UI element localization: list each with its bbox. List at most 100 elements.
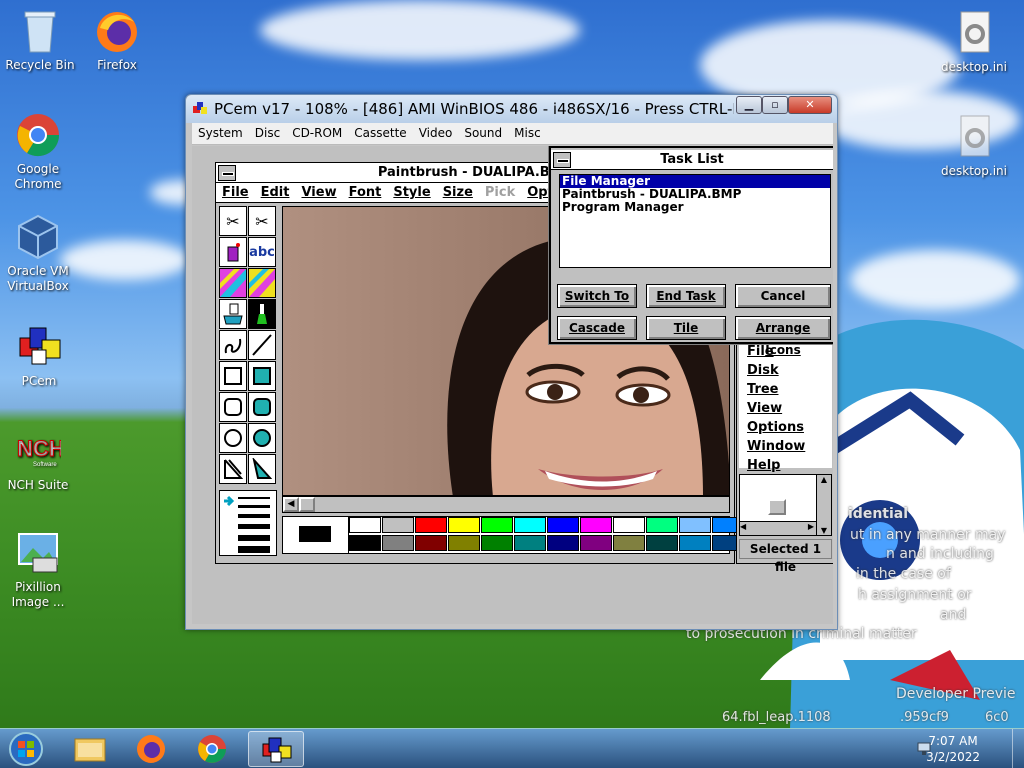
filled-circle-icon[interactable] xyxy=(248,423,276,453)
task-item-program-manager[interactable]: Program Manager xyxy=(560,201,830,214)
system-clock[interactable]: 7:07 AM 3/2/2022 xyxy=(926,733,980,765)
tile-button[interactable]: Tile xyxy=(646,316,726,340)
palette-swatch[interactable] xyxy=(415,535,447,551)
desktop-icon-chrome[interactable]: Google Chrome xyxy=(0,112,76,192)
cancel-button[interactable]: Cancel xyxy=(735,284,831,308)
scroll-left-button[interactable]: ◀ xyxy=(283,497,299,512)
curve-icon[interactable] xyxy=(219,330,247,360)
menu-view[interactable]: View xyxy=(295,183,342,202)
box-icon[interactable] xyxy=(219,361,247,391)
palette-swatch[interactable] xyxy=(613,535,645,551)
desktop-icon-firefox[interactable]: Firefox xyxy=(79,8,155,73)
desktop-icon-desktop-ini[interactable]: desktop.ini xyxy=(936,10,1012,75)
arrow-right-icon[interactable]: ▶ xyxy=(808,522,814,531)
fm-menu-window[interactable]: Window xyxy=(739,437,832,456)
taskbar-pcem[interactable] xyxy=(248,731,304,767)
file-manager-window[interactable]: File Disk Tree View Options Window Help … xyxy=(736,341,833,574)
pcem-title-bar[interactable]: PCem v17 - 108% - [486] AMI WinBIOS 486 … xyxy=(186,95,837,123)
system-menu-icon[interactable] xyxy=(553,152,571,168)
horizontal-scrollbar[interactable]: ◀ xyxy=(282,496,730,513)
cascade-button[interactable]: Cascade xyxy=(557,316,637,340)
circle-icon[interactable] xyxy=(219,423,247,453)
palette-swatch[interactable] xyxy=(481,535,513,551)
palette-swatch[interactable] xyxy=(382,517,414,533)
task-list-title-bar[interactable]: Task List xyxy=(551,150,833,170)
palette-swatch[interactable] xyxy=(580,535,612,551)
palette-swatch[interactable] xyxy=(415,517,447,533)
file-manager-pane[interactable]: ▲ ▼ ◀ ▶ xyxy=(739,474,832,536)
pick-icon[interactable]: ✂ xyxy=(248,206,276,236)
menu-sound[interactable]: Sound xyxy=(458,123,508,143)
filled-polygon-icon[interactable] xyxy=(248,454,276,484)
desktop-icon-desktop-ini[interactable]: desktop.ini xyxy=(936,114,1012,179)
taskbar-chrome[interactable] xyxy=(184,731,240,767)
minimized-window-icon[interactable] xyxy=(768,499,786,515)
end-task-button[interactable]: End Task xyxy=(646,284,726,308)
eraser-icon[interactable] xyxy=(248,268,276,298)
desktop-icon-virtualbox[interactable]: Oracle VM VirtualBox xyxy=(0,214,76,294)
maximize-button[interactable]: ▫ xyxy=(762,96,788,114)
arrow-left-icon[interactable]: ◀ xyxy=(740,522,746,531)
filled-rounded-box-icon[interactable] xyxy=(248,392,276,422)
arrow-up-icon[interactable]: ▲ xyxy=(817,475,831,484)
palette-swatch[interactable] xyxy=(514,535,546,551)
fm-menu-help[interactable]: Help xyxy=(739,456,832,475)
airbrush-icon[interactable] xyxy=(219,237,247,267)
close-button[interactable]: ✕ xyxy=(788,96,832,114)
polygon-icon[interactable] xyxy=(219,454,247,484)
palette-swatch[interactable] xyxy=(349,517,381,533)
palette-swatch[interactable] xyxy=(349,535,381,551)
system-menu-icon[interactable] xyxy=(218,165,236,181)
menu-cd-rom[interactable]: CD-ROM xyxy=(286,123,348,143)
menu-file[interactable]: File xyxy=(216,183,255,202)
menu-cassette[interactable]: Cassette xyxy=(348,123,412,143)
palette-swatch[interactable] xyxy=(448,517,480,533)
task-list-dialog[interactable]: Task List File Manager Paintbrush - DUAL… xyxy=(548,146,833,357)
line-icon[interactable] xyxy=(248,330,276,360)
scroll-thumb[interactable] xyxy=(299,497,315,512)
pcem-window[interactable]: PCem v17 - 108% - [486] AMI WinBIOS 486 … xyxy=(185,94,838,630)
vertical-scrollbar[interactable]: ▲ ▼ xyxy=(816,475,831,535)
palette-swatch[interactable] xyxy=(646,535,678,551)
minimize-button[interactable]: ▁ xyxy=(736,96,762,114)
fm-menu-options[interactable]: Options xyxy=(739,418,832,437)
taskbar-firefox[interactable] xyxy=(123,731,179,767)
emulated-screen[interactable]: Paintbrush - DUALIPA.BMP File Edit View Fon… xyxy=(192,146,833,624)
horizontal-scrollbar[interactable]: ◀ ▶ xyxy=(740,521,816,535)
task-listbox[interactable]: File Manager Paintbrush - DUALIPA.BMP Pr… xyxy=(559,174,831,268)
menu-system[interactable]: System xyxy=(192,123,249,143)
palette-swatch[interactable] xyxy=(580,517,612,533)
paint-roller-icon[interactable] xyxy=(219,299,247,329)
desktop-icon-recycle-bin[interactable]: Recycle Bin xyxy=(2,8,78,73)
switch-to-button[interactable]: Switch To xyxy=(557,284,637,308)
menu-font[interactable]: Font xyxy=(343,183,388,202)
show-desktop-button[interactable] xyxy=(1012,729,1024,768)
palette-swatch[interactable] xyxy=(613,517,645,533)
menu-size[interactable]: Size xyxy=(437,183,479,202)
menu-misc[interactable]: Misc xyxy=(508,123,547,143)
color-eraser-icon[interactable] xyxy=(219,268,247,298)
desktop-icon-pcem[interactable]: PCem xyxy=(1,324,77,389)
palette-swatch[interactable] xyxy=(547,535,579,551)
start-button[interactable] xyxy=(0,731,52,767)
scissors-icon[interactable]: ✂ xyxy=(219,206,247,236)
palette-swatch[interactable] xyxy=(382,535,414,551)
fm-menu-disk[interactable]: Disk xyxy=(739,361,832,380)
palette-swatch[interactable] xyxy=(514,517,546,533)
desktop-icon-pixillion[interactable]: Pixillion Image ... xyxy=(0,530,76,610)
palette-swatch[interactable] xyxy=(547,517,579,533)
palette-swatch[interactable] xyxy=(679,535,711,551)
menu-video[interactable]: Video xyxy=(413,123,459,143)
rounded-box-icon[interactable] xyxy=(219,392,247,422)
palette-swatch[interactable] xyxy=(448,535,480,551)
palette-swatch[interactable] xyxy=(481,517,513,533)
taskbar-file-explorer[interactable] xyxy=(62,731,118,767)
text-icon[interactable]: abc xyxy=(248,237,276,267)
palette-swatch[interactable] xyxy=(646,517,678,533)
fm-menu-tree[interactable]: Tree xyxy=(739,380,832,399)
menu-edit[interactable]: Edit xyxy=(255,183,296,202)
desktop-icon-nch[interactable]: NCH Software NCH Suite xyxy=(0,428,76,493)
menu-style[interactable]: Style xyxy=(387,183,436,202)
filled-box-icon[interactable] xyxy=(248,361,276,391)
arrange-icons-button[interactable]: Arrange Icons xyxy=(735,316,831,357)
